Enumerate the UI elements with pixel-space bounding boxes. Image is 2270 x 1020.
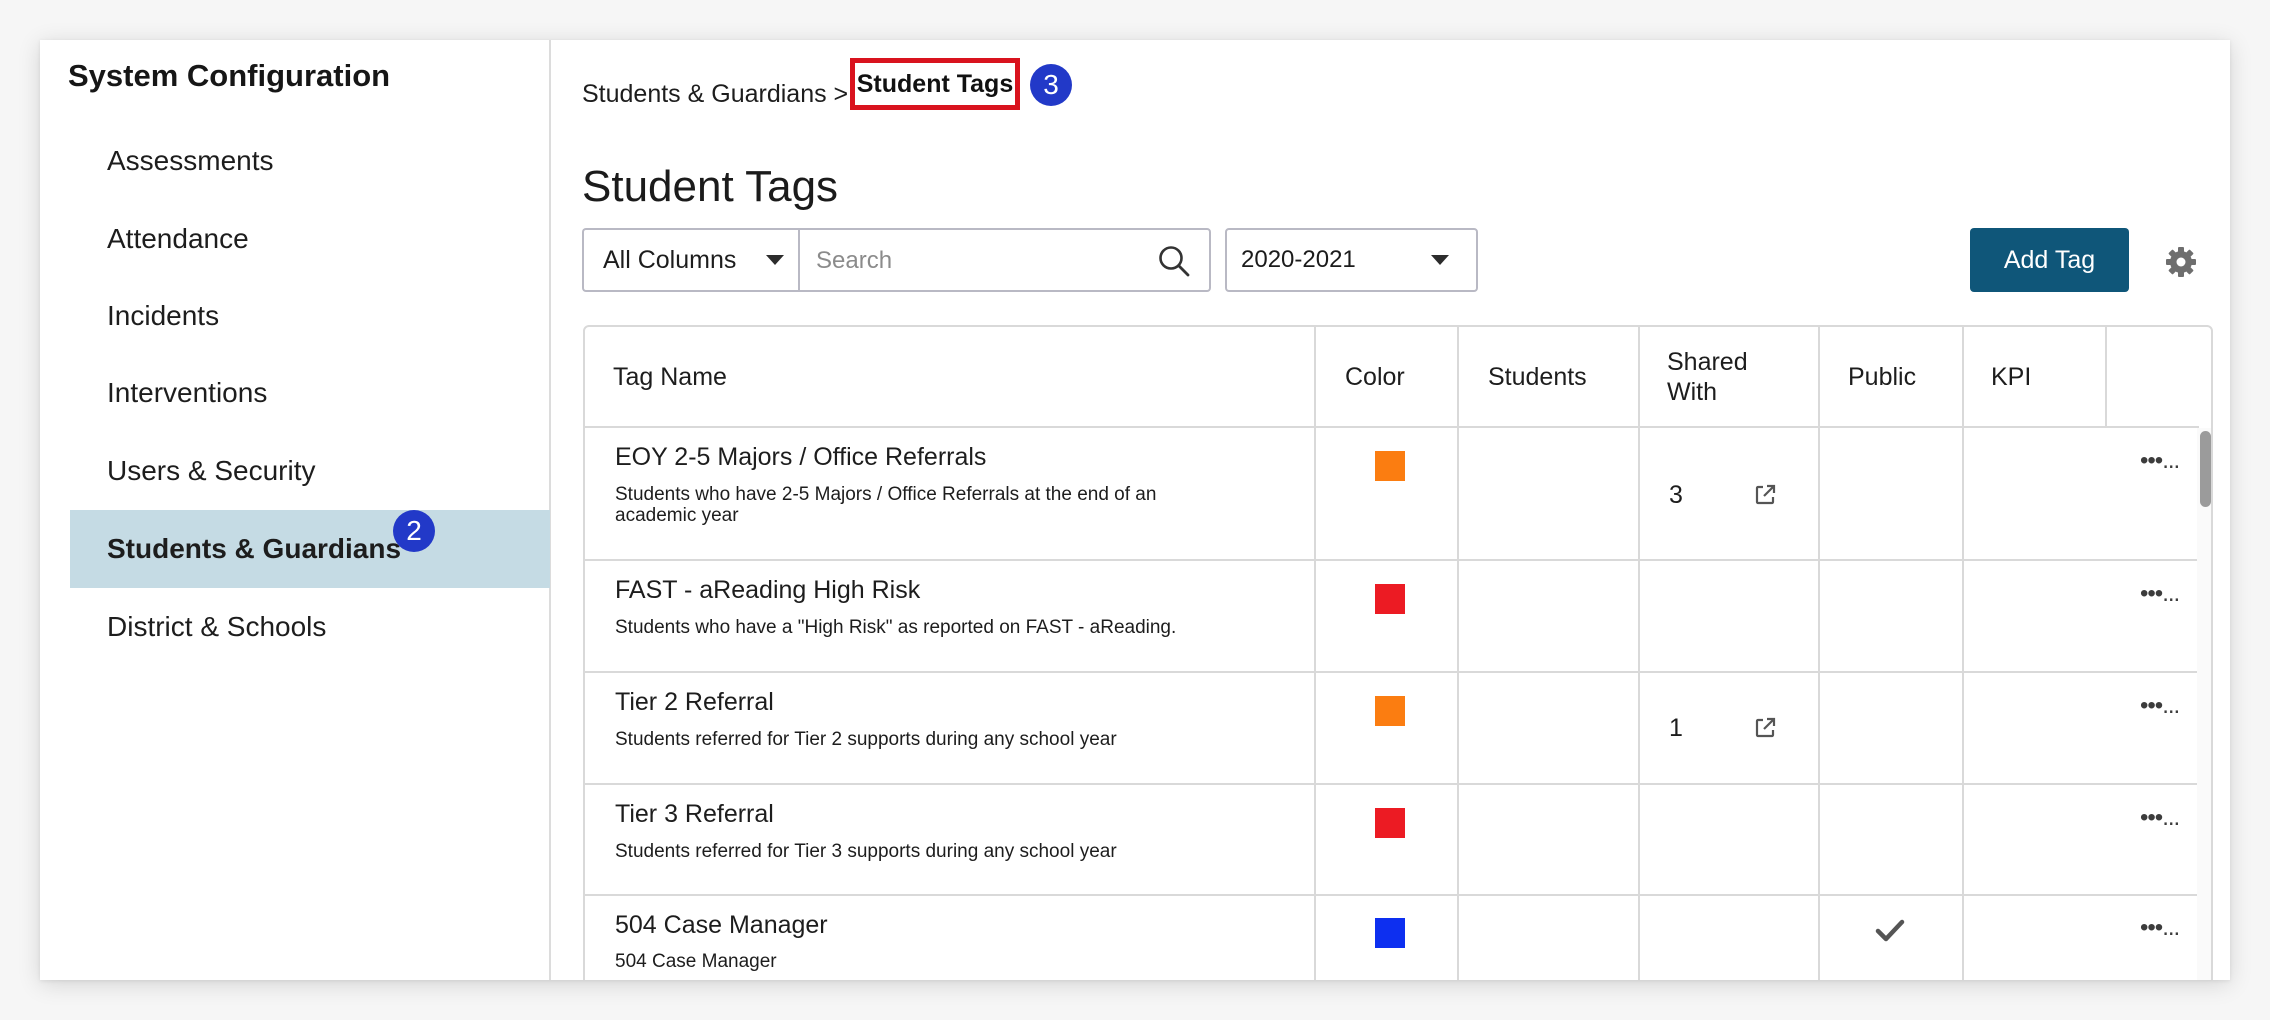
sidebar-title: System Configuration [68,58,391,93]
tag-description: Students referred for Tier 2 supports du… [615,729,1117,750]
breadcrumb-parent-link[interactable]: Students & Guardians [582,80,827,108]
row-actions-menu[interactable]: •••... [2140,692,2180,720]
tag-name: EOY 2-5 Majors / Office Referrals [615,443,987,471]
step-badge: 2 [393,510,435,552]
tag-color-swatch [1375,584,1405,614]
column-divider [1818,327,1820,980]
column-divider [1638,327,1640,980]
tag-description: Students who have 2-5 Majors / Office Re… [615,484,1157,526]
search-icon[interactable] [1157,244,1191,278]
search-field[interactable] [798,228,1211,292]
sidebar-item-interventions[interactable]: Interventions [70,354,550,432]
table-scrollbar[interactable] [2197,428,2211,980]
column-filter-value: All Columns [603,246,737,274]
column-divider [1457,327,1459,980]
tag-color-swatch [1375,918,1405,948]
sidebar-item-label: Attendance [107,223,249,254]
tags-table: Tag Name Color Students Shared With Publ… [583,325,2213,980]
row-actions-menu[interactable]: •••... [2140,447,2180,475]
tag-color-swatch [1375,808,1405,838]
shared-with-count: 3 [1669,481,1683,509]
header-tag-name[interactable]: Tag Name [613,362,727,392]
tag-name: 504 Case Manager [615,911,828,939]
tag-description: Students who have a "High Risk" as repor… [615,617,1177,638]
chevron-down-icon [1431,255,1449,265]
tag-name: Tier 3 Referral [615,800,774,828]
sidebar-item-label: Users & Security [107,455,316,486]
sidebar-item-assessments[interactable]: Assessments [70,122,550,200]
tag-name: FAST - aReading High Risk [615,576,921,604]
tag-color-swatch [1375,451,1405,481]
step-badge: 3 [1030,64,1072,106]
sidebar-item-label: Students & Guardians [107,533,402,564]
chevron-down-icon [766,255,784,265]
column-divider [1962,327,1964,980]
breadcrumb: Students & Guardians > [582,66,848,122]
header-shared-with-line1: Shared [1667,348,1748,376]
header-shared-with-line2: With [1667,378,1717,406]
search-input[interactable] [814,238,1148,284]
breadcrumb-separator: > [833,80,849,108]
app-window: System Configuration Assessments Attenda… [40,40,2230,980]
column-divider [2105,327,2107,428]
school-year-value: 2020-2021 [1241,246,1356,273]
sidebar-item-label: Incidents [107,300,220,331]
sidebar-item-label: Interventions [107,377,268,408]
header-public[interactable]: Public [1848,362,1916,392]
external-link-icon[interactable] [1753,483,1777,507]
scrollbar-thumb[interactable] [2200,431,2211,507]
row-divider [585,671,2199,673]
row-divider [585,783,2199,785]
shared-with-count: 1 [1669,714,1683,742]
gear-icon[interactable] [2165,246,2197,278]
breadcrumb-current: Student Tags [850,58,1020,110]
page-title: Student Tags [582,162,839,211]
sidebar-item-label: District & Schools [107,611,327,642]
row-actions-menu[interactable]: •••... [2140,804,2180,832]
column-filter-select[interactable]: All Columns [582,228,800,292]
header-students[interactable]: Students [1488,362,1587,392]
tag-name: Tier 2 Referral [615,688,774,716]
external-link-icon[interactable] [1753,716,1777,740]
header-shared-with[interactable]: Shared With [1667,347,1748,407]
tag-color-swatch [1375,696,1405,726]
row-divider [585,426,2199,428]
header-color[interactable]: Color [1345,362,1405,392]
column-divider [1314,327,1316,980]
sidebar-item-district-schools[interactable]: District & Schools [70,588,550,666]
tag-description: 504 Case Manager [615,951,777,972]
row-actions-menu[interactable]: •••... [2140,914,2180,942]
sidebar-item-users-security[interactable]: Users & Security [70,432,550,510]
row-divider [585,894,2199,896]
sidebar: System Configuration Assessments Attenda… [40,40,551,980]
header-kpi[interactable]: KPI [1991,362,2031,392]
school-year-select[interactable]: 2020-2021 [1225,228,1478,292]
sidebar-item-attendance[interactable]: Attendance [70,200,550,278]
add-tag-button[interactable]: Add Tag [1970,228,2129,292]
tag-description: Students referred for Tier 3 supports du… [615,841,1117,862]
row-divider [585,559,2199,561]
sidebar-item-incidents[interactable]: Incidents [70,277,550,355]
check-icon [1875,919,1905,942]
sidebar-item-label: Assessments [107,145,274,176]
sidebar-item-students-guardians[interactable]: Students & Guardians 2 [70,510,550,588]
row-actions-menu[interactable]: •••... [2140,580,2180,608]
